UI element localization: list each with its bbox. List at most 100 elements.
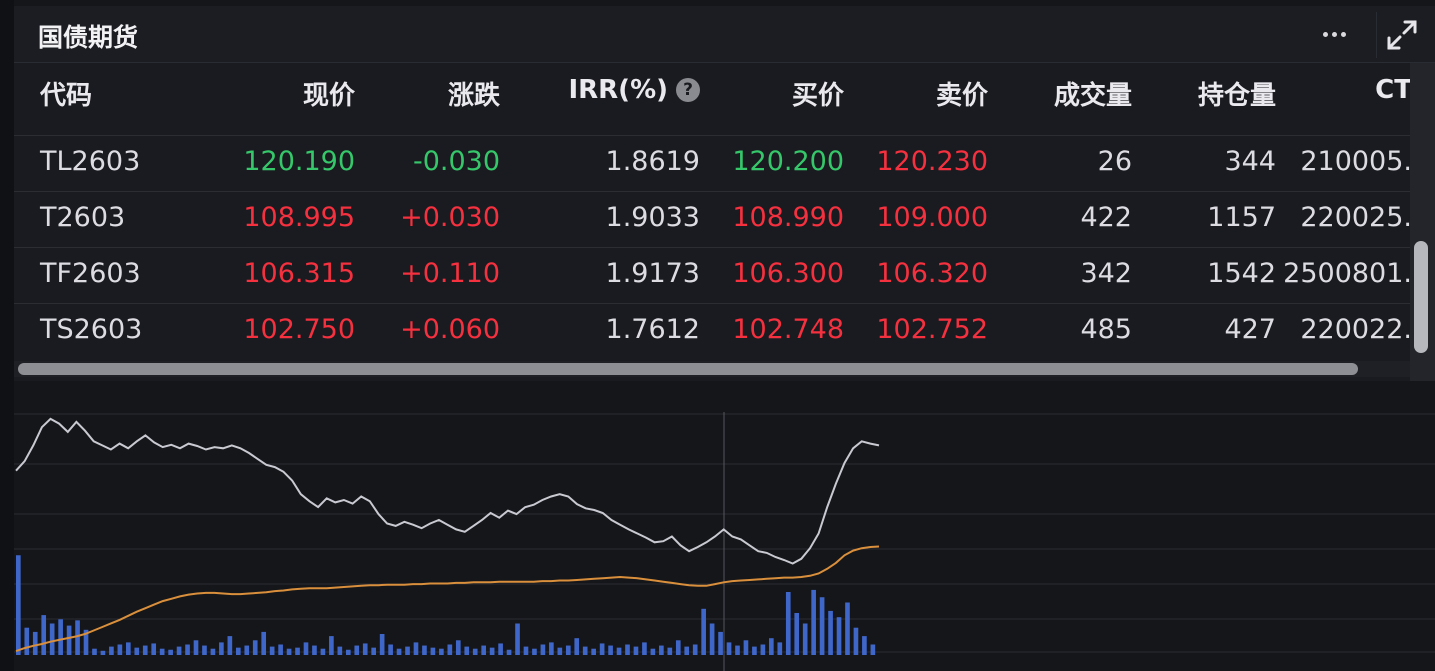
vertical-scrollbar[interactable] [1410,63,1435,381]
cell-ctd: 220022. [1300,314,1412,345]
volume-bar [227,636,233,655]
volume-bar [862,636,867,655]
volume-bar [794,613,800,655]
volume-bar [870,644,876,655]
cell-open-interest: 1157 [1207,202,1276,233]
volume-bar [219,642,224,655]
header-bid[interactable]: 买价 [792,75,844,112]
panel-title: 国债期货 [38,23,139,52]
header-irr[interactable]: IRR(%)? [568,75,700,105]
volume-bar [439,648,444,655]
volume-bar [853,627,859,655]
help-icon[interactable]: ? [676,78,700,102]
header-change[interactable]: 涨跌 [448,75,500,112]
cell-change: +0.030 [400,202,500,233]
volume-bar [235,647,241,655]
horizontal-scroll-thumb[interactable] [18,363,1358,375]
volume-bar [261,631,267,655]
volume-bar [540,644,546,655]
volume-bar [574,638,580,655]
expand-button[interactable] [1376,12,1427,58]
volume-bar [117,644,123,655]
intraday-chart[interactable] [14,384,1435,671]
volume-bar [269,646,275,655]
header-open-interest[interactable]: 持仓量 [1198,75,1276,112]
volume-bar [582,646,588,655]
volume-bar [523,646,529,655]
cell-change: +0.110 [400,258,500,289]
cell-ask: 106.320 [876,258,988,289]
volume-bar [405,646,410,655]
volume-bar [278,644,283,655]
volume-bar [515,623,520,655]
volume-bar [675,640,681,655]
volume-bar [599,643,605,655]
volume-bar [828,610,833,655]
cell-change: +0.060 [400,314,500,345]
cell-ctd: 210005. [1300,146,1412,177]
volume-bar [709,623,715,655]
volume-bar [769,638,774,655]
volume-bar [650,648,656,655]
cell-price: 106.315 [243,258,355,289]
volume-bar [41,615,47,655]
header-volume[interactable]: 成交量 [1054,75,1132,112]
volume-bar [396,648,402,655]
vertical-scroll-thumb[interactable] [1414,241,1428,353]
cell-ask: 109.000 [876,202,988,233]
volume-bar [193,640,199,655]
volume-bar [379,634,385,655]
horizontal-scrollbar[interactable] [14,361,1410,377]
volume-bar [642,642,647,655]
volume-bar [692,644,698,655]
volume-bar [447,644,453,655]
volume-bar [684,646,690,655]
volume-bar [464,646,470,655]
cell-code: T2603 [40,202,126,233]
header-ctd[interactable]: CT [1375,75,1412,105]
volume-bar [532,648,537,655]
table-row[interactable]: T2603 108.995 +0.030 1.9033 108.990 109.… [14,191,1412,248]
volume-bar [151,643,157,655]
volume-bar [49,623,55,655]
volume-bar [549,642,554,655]
volume-bar [295,647,300,655]
volume-bar [836,617,842,655]
volume-bar [329,636,334,655]
cell-code: TS2603 [40,314,143,345]
volume-bar [210,648,216,655]
cell-open-interest: 1542 [1207,258,1276,289]
panel-header: 国债期货 [14,6,1435,63]
volume-bar [252,640,258,655]
cell-irr: 1.8619 [605,146,700,177]
volume-bar [134,647,140,655]
header-price[interactable]: 现价 [303,75,355,112]
header-code[interactable]: 代码 [40,75,92,112]
cell-bid: 102.748 [732,314,844,345]
volume-bar [752,646,757,655]
volume-bar [718,631,723,655]
volume-bar [100,650,106,655]
cell-bid: 106.300 [732,258,844,289]
table-row[interactable]: TF2603 106.315 +0.110 1.9173 106.300 106… [14,247,1412,304]
volume-bar [354,645,360,655]
cell-volume: 485 [1080,314,1132,345]
cell-price: 102.750 [243,314,355,345]
header-ask[interactable]: 卖价 [936,75,988,112]
volume-bar [16,555,21,655]
volume-bar [92,648,97,655]
volume-bar [819,597,825,655]
average-price-line [15,545,880,653]
table-row[interactable]: TS2603 102.750 +0.060 1.7612 102.748 102… [14,303,1412,360]
volume-bar [202,645,207,655]
more-options-button[interactable] [1310,16,1358,52]
volume-bar [785,592,791,655]
volume-bar [176,646,182,655]
volume-bar [24,627,30,655]
volume-bar [159,648,165,655]
cell-ctd: 2500801. [1283,258,1412,289]
volume-bar [109,646,114,655]
table-row[interactable]: TL2603 120.190 -0.030 1.8619 120.200 120… [14,135,1412,192]
volume-bar [286,648,292,655]
volume-bar [735,645,740,655]
